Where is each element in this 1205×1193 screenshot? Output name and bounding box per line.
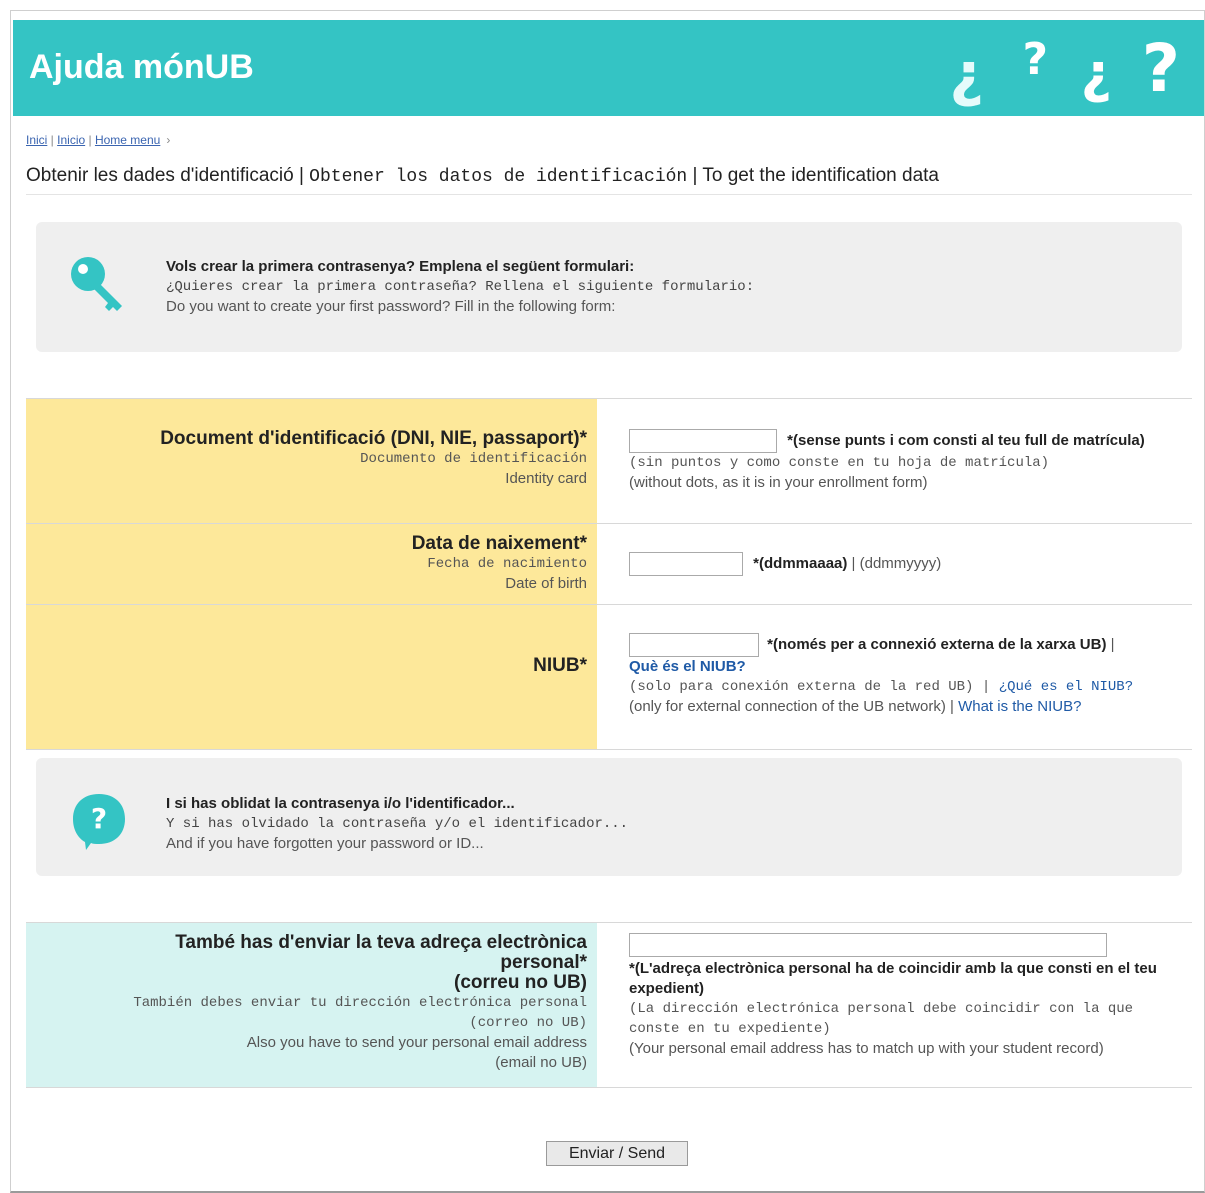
forgot-text-es: Y si has olvidado la contraseña y/o el i… [166, 816, 629, 832]
email-hint-en: (Your personal email address has to matc… [629, 1040, 1104, 1057]
niub-help-link-es[interactable]: ¿Qué es el NIUB? [999, 679, 1133, 695]
birth-label-es: Fecha de nacimiento [427, 556, 587, 572]
document-label-cell: Document d'identificació (DNI, NIE, pass… [26, 399, 597, 523]
niub-hint-separator: | [950, 698, 954, 715]
birth-hint-en: (ddmmyyyy) [859, 554, 942, 572]
key-icon [68, 254, 132, 325]
email-label-es-2: (correo no UB) [469, 1015, 587, 1031]
niub-hint-en-line: (only for external connection of the UB … [629, 697, 1189, 717]
niub-hint-ca: *(només per a connexió externa de la xar… [767, 635, 1107, 653]
niub-hint-en: (only for external connection of the UB … [629, 698, 946, 715]
birth-date-input[interactable] [629, 552, 743, 576]
question-mark-icon: ? [1022, 34, 1048, 85]
birth-label-en: Date of birth [505, 575, 587, 592]
forgot-text-ca: I si has oblidat la contrasenya i/o l'id… [166, 795, 515, 812]
niub-hint-separator: | [1110, 635, 1115, 653]
document-label-ca: Document d'identificació (DNI, NIE, pass… [160, 428, 587, 449]
svg-text:?: ? [91, 802, 107, 835]
breadcrumb-home-link[interactable]: Home menu [95, 133, 160, 147]
breadcrumb-inici-link[interactable]: Inici [26, 133, 47, 147]
email-input[interactable] [629, 933, 1107, 957]
page-title-en: To get the identification data [702, 165, 939, 186]
form-row-niub: NIUB* *(només per a connexió externa de … [26, 604, 1192, 749]
breadcrumb-separator: | [85, 133, 95, 147]
document-label-es: Documento de identificación [360, 451, 587, 467]
question-mark-icon: ? [1141, 30, 1180, 107]
email-field-cell: *(L'adreça electrònica personal ha de co… [629, 933, 1169, 1059]
inverted-question-mark-icon: ¿ [1080, 42, 1112, 105]
page-title-ca: Obtenir les dades d'identificació [26, 165, 294, 186]
breadcrumb-arrow: › [166, 133, 171, 147]
document-hint-es: (sin puntos y como conste en tu hoja de … [629, 455, 1050, 471]
email-label-ca: També has d'enviar la teva adreça electr… [175, 932, 587, 973]
birth-hint-separator: | [851, 554, 856, 572]
niub-input[interactable] [629, 633, 759, 657]
question-marks-decoration: ¿ ? ¿ ? [920, 30, 1180, 110]
submit-button[interactable]: Enviar / Send [546, 1141, 688, 1166]
header-banner: Ajuda mónUB ¿ ? ¿ ? [13, 20, 1204, 116]
document-hint-ca: *(sense punts i com consti al teu full d… [787, 431, 1145, 449]
page-title-separator: | [298, 165, 304, 186]
forgot-info-box: ? I si has oblidat la contrasenya i/o l'… [36, 758, 1182, 876]
birth-hint-ca: *(ddmmaaaa) [753, 554, 848, 572]
email-label-es: También debes enviar tu dirección electr… [133, 995, 587, 1011]
niub-label-cell: NIUB* [26, 605, 597, 749]
niub-hint-es-line: (solo para conexión externa de la red UB… [629, 677, 1189, 697]
form-row-document: Document d'identificació (DNI, NIE, pass… [26, 398, 1192, 523]
page-title-es: Obtener los datos de identificación [309, 167, 688, 187]
email-hint-ca: *(L'adreça electrònica personal ha de co… [629, 960, 1157, 997]
email-label-cell: També has d'enviar la teva adreça electr… [26, 923, 597, 1087]
help-bubble-icon: ? [70, 790, 128, 857]
email-label-en-2: (email no UB) [495, 1054, 587, 1071]
document-field-cell: *(sense punts i com consti al teu full d… [629, 429, 1189, 493]
intro-text-ca: Vols crear la primera contrasenya? Emple… [166, 258, 635, 275]
breadcrumb-inicio-link[interactable]: Inicio [57, 133, 85, 147]
intro-text: Vols crear la primera contrasenya? Emple… [166, 257, 754, 317]
email-label-en: Also you have to send your personal emai… [246, 1034, 587, 1051]
intro-info-box: Vols crear la primera contrasenya? Emple… [36, 222, 1182, 352]
breadcrumb: Inici | Inicio | Home menu › [26, 133, 170, 147]
document-label-en: Identity card [505, 470, 587, 487]
email-hint-es: (La dirección electrónica personal debe … [629, 1001, 1134, 1037]
birth-label-cell: Data de naixement* Fecha de nacimiento D… [26, 524, 597, 604]
intro-text-en: Do you want to create your first passwor… [166, 298, 616, 315]
breadcrumb-separator: | [47, 133, 58, 147]
app-title: Ajuda mónUB [29, 48, 254, 86]
birth-field-cell: *(ddmmaaaa) | (ddmmyyyy) [629, 552, 1189, 576]
page-title: Obtenir les dades d'identificació | Obte… [26, 165, 1192, 195]
forgot-text: I si has oblidat la contrasenya i/o l'id… [166, 794, 628, 854]
page-title-separator: | [692, 165, 698, 186]
document-id-input[interactable] [629, 429, 777, 453]
niub-hint-es: (solo para conexión externa de la red UB… [629, 679, 974, 695]
inverted-question-mark-icon: ¿ [949, 40, 984, 110]
form-row-birth-date: Data de naixement* Fecha de nacimiento D… [26, 523, 1192, 604]
niub-field-cell: *(només per a connexió externa de la xar… [629, 633, 1189, 717]
birth-label-ca: Data de naixement* [411, 533, 587, 554]
niub-label-ca: NIUB* [533, 655, 587, 676]
forgot-text-en: And if you have forgotten your password … [166, 835, 484, 852]
document-hint-en: (without dots, as it is in your enrollme… [629, 474, 928, 491]
form-row-email: També has d'enviar la teva adreça electr… [26, 922, 1192, 1088]
email-label-ca-2: (correu no UB) [454, 972, 587, 993]
intro-text-es: ¿Quieres crear la primera contraseña? Re… [166, 279, 755, 295]
divider [26, 749, 1192, 750]
niub-help-link-ca[interactable]: Què és el NIUB? [629, 658, 746, 675]
niub-hint-separator: | [981, 679, 991, 695]
niub-help-link-en[interactable]: What is the NIUB? [958, 698, 1081, 715]
